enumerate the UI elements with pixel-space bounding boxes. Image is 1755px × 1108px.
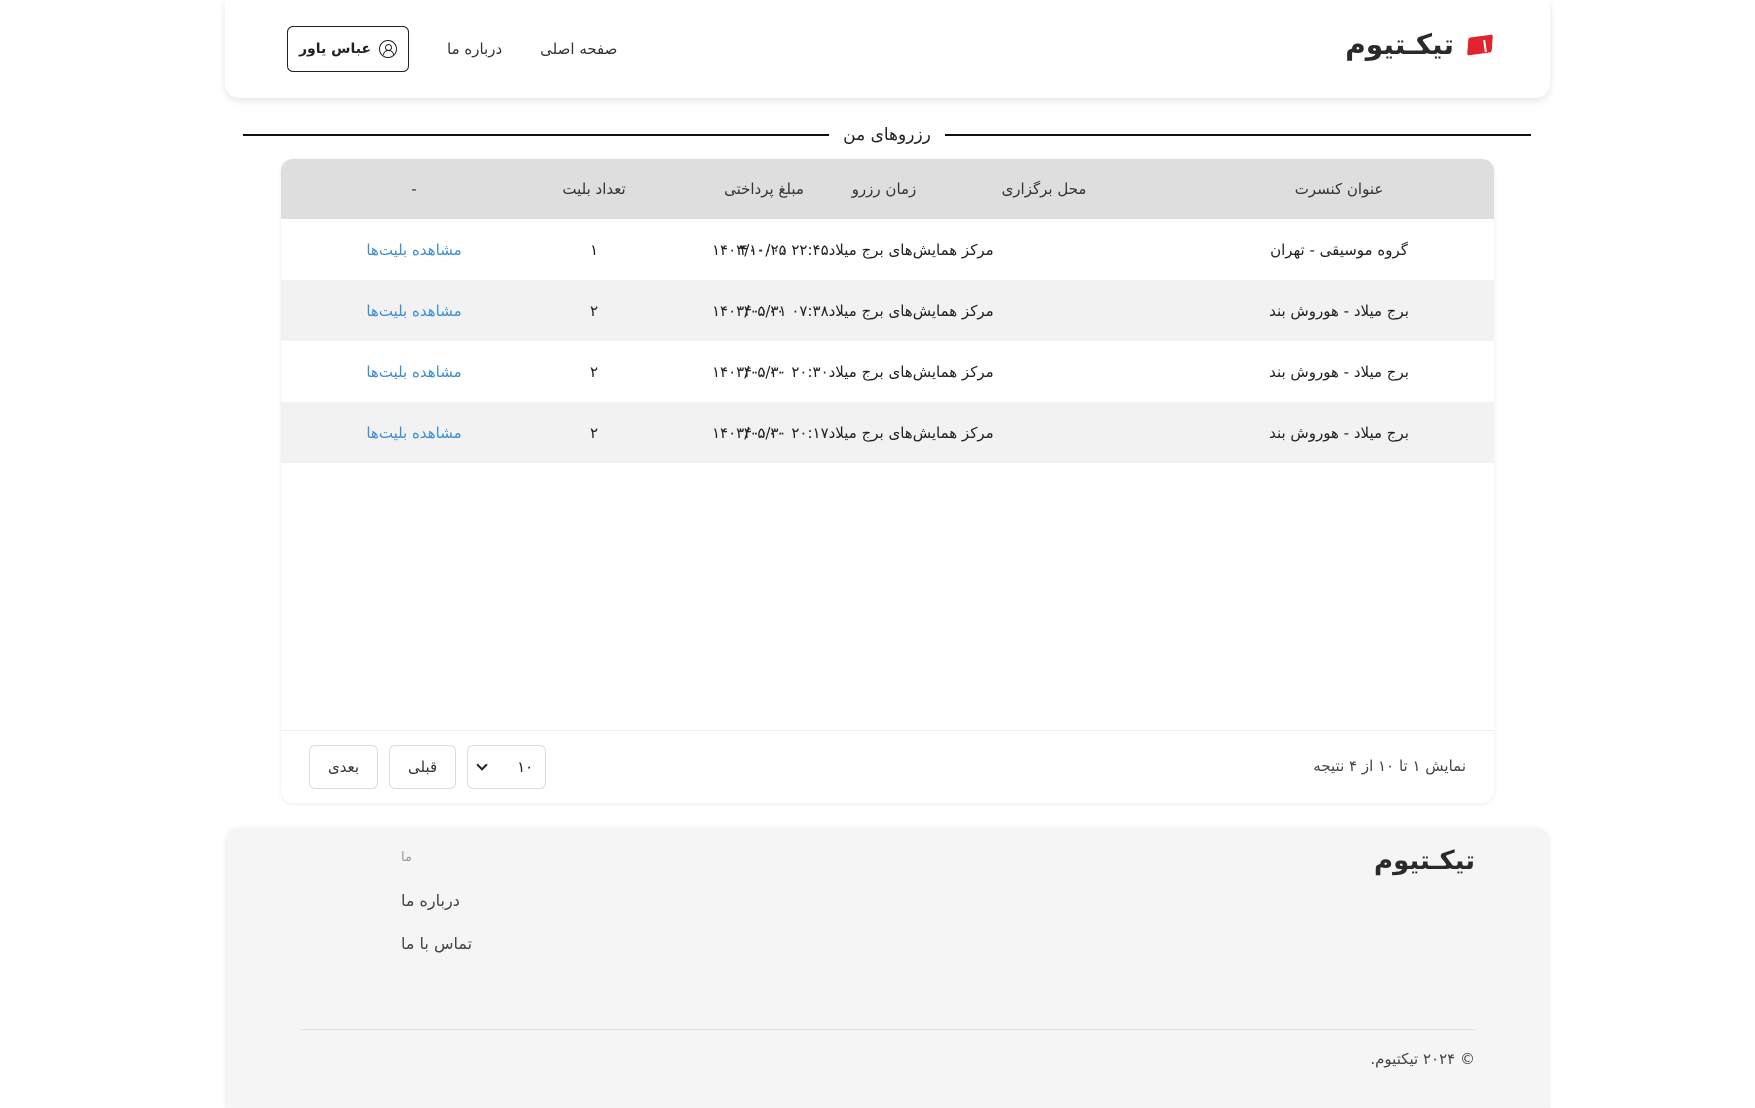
footer-divider bbox=[300, 1029, 1475, 1030]
cell-ticket-count: ۱ bbox=[589, 240, 599, 259]
table-header-row: عنوان کنسرت محل برگزاری زمان رزرو مبلغ پ… bbox=[281, 159, 1494, 219]
pagination-info: نمایش ۱ تا ۱۰ از ۴ نتیجه bbox=[1313, 757, 1466, 775]
divider-line bbox=[944, 134, 1531, 136]
page-size-value: ۱۰ bbox=[517, 758, 534, 776]
column-header-ticket-count: تعداد بلیت bbox=[562, 180, 626, 198]
logo[interactable]: تیکـتیوم bbox=[1345, 28, 1492, 61]
nav-bar: عباس یاور درباره ما صفحه اصلی bbox=[287, 26, 617, 72]
logo-text: تیکـتیوم bbox=[1345, 28, 1454, 61]
view-tickets-link[interactable]: مشاهده بلیت‌ها bbox=[334, 219, 494, 280]
prev-page-button[interactable]: قبلی bbox=[389, 745, 457, 789]
cell-amount: ۴۰۰۰۰ bbox=[743, 423, 785, 442]
ticket-icon bbox=[1462, 34, 1492, 56]
section-heading: رزروهای من bbox=[243, 120, 1531, 150]
footer-link-about[interactable]: درباره ما bbox=[401, 891, 460, 910]
table-row: گروه موسیقی - تهران مرکز همایش‌های برج م… bbox=[281, 219, 1494, 280]
cell-ticket-count: ۲ bbox=[589, 423, 599, 442]
view-tickets-link[interactable]: مشاهده بلیت‌ها bbox=[334, 341, 494, 402]
cell-concert-title: برج میلاد - هوروش بند bbox=[1269, 423, 1409, 442]
cell-concert-title: برج میلاد - هوروش بند bbox=[1269, 362, 1409, 381]
reservations-table-card: عنوان کنسرت محل برگزاری زمان رزرو مبلغ پ… bbox=[281, 159, 1494, 803]
next-page-button[interactable]: بعدی bbox=[309, 745, 379, 789]
cell-ticket-count: ۲ bbox=[589, 362, 599, 381]
divider-line bbox=[243, 134, 830, 136]
user-circle-icon bbox=[379, 40, 398, 58]
cell-concert-title: گروه موسیقی - تهران bbox=[1270, 240, 1408, 259]
footer-brand: تیکـتیوم bbox=[1374, 846, 1475, 876]
column-header-amount: مبلغ پرداختی bbox=[724, 180, 804, 198]
footer-column-title: ما bbox=[401, 850, 412, 865]
nav-link-about[interactable]: درباره ما bbox=[447, 40, 502, 58]
footer-link-contact[interactable]: تماس با ما bbox=[401, 934, 472, 953]
pagination-bar: نمایش ۱ تا ۱۰ از ۴ نتیجه بعدی قبلی ۱۰ bbox=[281, 730, 1494, 803]
column-header-venue: محل برگزاری bbox=[1001, 180, 1087, 198]
cell-amount: ۴۰۰۰۰ bbox=[743, 362, 785, 381]
column-header-action: - bbox=[411, 180, 417, 198]
nav-link-home[interactable]: صفحه اصلی bbox=[540, 40, 617, 58]
footer: تیکـتیوم ما درباره ما تماس با ما © ۲۰۲۴ … bbox=[225, 828, 1550, 1108]
cell-concert-title: برج میلاد - هوروش بند bbox=[1269, 301, 1409, 320]
page-title: رزروهای من bbox=[843, 125, 931, 145]
page-size-select[interactable]: ۱۰ bbox=[467, 745, 547, 789]
column-header-reserve-time: زمان رزرو bbox=[851, 180, 917, 198]
table-row: برج میلاد - هوروش بند مرکز همایش‌های برج… bbox=[281, 402, 1494, 463]
cell-amount: ۴۰۰۰۰ bbox=[743, 301, 785, 320]
cell-ticket-count: ۲ bbox=[589, 301, 599, 320]
user-name: عباس یاور bbox=[299, 41, 372, 57]
user-menu-button[interactable]: عباس یاور bbox=[287, 26, 410, 72]
column-header-concert-title: عنوان کنسرت bbox=[1294, 180, 1384, 198]
view-tickets-link[interactable]: مشاهده بلیت‌ها bbox=[334, 402, 494, 463]
cell-amount: ۴۰۰۰۰۰ bbox=[739, 240, 789, 259]
view-tickets-link[interactable]: مشاهده بلیت‌ها bbox=[334, 280, 494, 341]
table-row: برج میلاد - هوروش بند مرکز همایش‌های برج… bbox=[281, 280, 1494, 341]
pagination-controls: بعدی قبلی ۱۰ bbox=[309, 745, 547, 789]
copyright-text: © ۲۰۲۴ تیکتیوم. bbox=[1370, 1050, 1475, 1068]
table-row: برج میلاد - هوروش بند مرکز همایش‌های برج… bbox=[281, 341, 1494, 402]
footer-links-column: ما درباره ما تماس با ما bbox=[401, 850, 521, 953]
chevron-down-icon bbox=[476, 759, 488, 771]
top-navbar: تیکـتیوم عباس یاور درباره ما صفحه اصلی bbox=[225, 0, 1550, 98]
